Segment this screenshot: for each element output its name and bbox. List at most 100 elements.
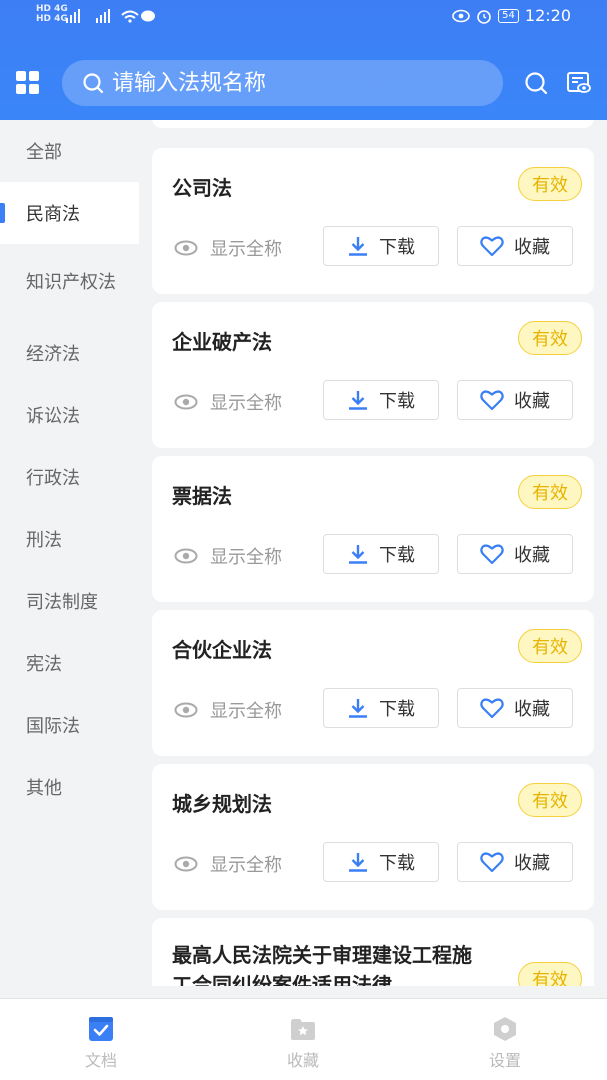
reading-mode-icon[interactable] — [566, 70, 592, 96]
favorite-label: 收藏 — [514, 853, 550, 874]
status-badge: 有效 — [518, 167, 582, 201]
show-full-name-label: 显示全称 — [210, 547, 282, 568]
hexagon-settings-icon — [494, 1017, 516, 1041]
law-list[interactable]: 公司法 有效 显示全称 下载 收藏 企业破产法 有效 显示全称 下载 收藏 票据法 有效 显示全称 下载收… — [139, 120, 607, 986]
sidebar-item-procedure-law[interactable]: 诉讼法 — [0, 384, 139, 446]
battery-indicator: 54 — [498, 8, 519, 23]
list-item[interactable]: 合伙企业法 有效显示全称 下载 收藏 — [152, 610, 594, 756]
download-button[interactable]: 下载 — [323, 226, 439, 266]
list-item[interactable]: 企业破产法 有效显示全称 下载 收藏 — [152, 302, 594, 448]
status-badge: 有效 — [518, 962, 582, 986]
law-title[interactable]: 城乡规划法 — [172, 788, 272, 817]
favorite-label: 收藏 — [514, 237, 550, 258]
search-icon — [83, 73, 104, 94]
network-indicator: HD 4G HD 4G — [36, 4, 68, 24]
sidebar-item-label: 国际法 — [26, 716, 80, 737]
show-full-name-toggle[interactable]: 显示全称 — [174, 697, 282, 723]
status-right: 54 12:20 — [452, 6, 571, 25]
download-label: 下载 — [379, 699, 415, 720]
show-full-name-label: 显示全称 — [210, 855, 282, 876]
sidebar-item-label: 全部 — [26, 142, 62, 163]
sidebar-item-judicial-system[interactable]: 司法制度 — [0, 570, 139, 632]
heart-icon — [480, 390, 504, 411]
law-title[interactable]: 最高人民法院关于审理建设工程施工合同纠纷案件适用法律 — [172, 940, 482, 986]
download-icon — [349, 545, 367, 564]
sidebar-item-all[interactable]: 全部 — [0, 120, 139, 182]
folder-star-icon — [291, 1019, 315, 1040]
favorite-button[interactable]: 收藏 — [457, 380, 573, 420]
list-item[interactable]: 最高人民法院关于审理建设工程施工合同纠纷案件适用法律 有效 — [152, 918, 594, 986]
sidebar-item-civil-commercial[interactable]: 民商法 — [0, 182, 139, 244]
list-item[interactable]: 公司法 有效显示全称 下载 收藏 — [152, 148, 594, 294]
list-item[interactable]: 票据法 有效显示全称 下载 收藏 — [152, 456, 594, 602]
sidebar-item-label: 司法制度 — [26, 592, 98, 613]
list-item[interactable]: 城乡规划法 有效显示全称 下载 收藏 — [152, 764, 594, 910]
sidebar-item-constitution[interactable]: 宪法 — [0, 632, 139, 694]
status-badge: 有效 — [518, 321, 582, 355]
show-full-name-toggle[interactable]: 显示全称 — [174, 543, 282, 569]
category-grid-icon[interactable] — [16, 71, 40, 95]
sidebar-item-label: 其他 — [26, 778, 62, 799]
law-title[interactable]: 合伙企业法 — [172, 634, 272, 663]
search-bar[interactable] — [62, 60, 503, 106]
search-input[interactable] — [112, 70, 482, 96]
search-button-icon[interactable] — [523, 70, 549, 96]
download-icon — [349, 699, 367, 718]
eye-icon — [174, 240, 198, 256]
show-full-name-toggle[interactable]: 显示全称 — [174, 389, 282, 415]
sidebar-item-other[interactable]: 其他 — [0, 756, 139, 818]
app-header: HD 4G HD 4G 54 12:20 请输入法规名称 — [0, 0, 607, 120]
clock: 12:20 — [524, 6, 571, 25]
network-label-2: HD 4G — [36, 14, 68, 24]
status-bar: HD 4G HD 4G 54 12:20 — [0, 0, 607, 36]
download-button[interactable]: 下载 — [323, 534, 439, 574]
download-label: 下载 — [379, 545, 415, 566]
sidebar-item-criminal-law[interactable]: 刑法 — [0, 508, 139, 570]
download-button[interactable]: 下载 — [323, 688, 439, 728]
sidebar-item-label: 民商法 — [26, 204, 80, 225]
show-full-name-toggle[interactable]: 显示全称 — [174, 851, 282, 877]
download-label: 下载 — [379, 391, 415, 412]
eye-icon — [174, 394, 198, 410]
show-full-name-label: 显示全称 — [210, 239, 282, 260]
signal-icon — [66, 8, 156, 28]
sidebar-item-label: 经济法 — [26, 344, 80, 365]
status-badge: 有效 — [518, 629, 582, 663]
sidebar-item-administrative-law[interactable]: 行政法 — [0, 446, 139, 508]
tab-documents[interactable]: 文档 — [41, 1015, 161, 1071]
tab-label: 设置 — [488, 1051, 521, 1070]
eye-status-icon — [452, 9, 470, 22]
list-item-partial — [152, 120, 594, 128]
tab-favorites[interactable]: 收藏 — [243, 1015, 363, 1071]
favorite-button[interactable]: 收藏 — [457, 688, 573, 728]
sidebar-item-international-law[interactable]: 国际法 — [0, 694, 139, 756]
tab-label: 文档 — [84, 1051, 117, 1070]
sidebar-item-label: 宪法 — [26, 654, 62, 675]
law-title[interactable]: 企业破产法 — [172, 326, 272, 355]
favorite-button[interactable]: 收藏 — [457, 534, 573, 574]
download-label: 下载 — [379, 237, 415, 258]
show-full-name-toggle[interactable]: 显示全称 — [174, 235, 282, 261]
favorite-label: 收藏 — [514, 699, 550, 720]
sidebar-item-ip-law[interactable]: 知识产权法 — [0, 244, 139, 322]
law-title[interactable]: 公司法 — [172, 172, 232, 201]
favorite-button[interactable]: 收藏 — [457, 842, 573, 882]
download-icon — [349, 853, 367, 872]
tab-settings[interactable]: 设置 — [445, 1015, 565, 1071]
law-title[interactable]: 票据法 — [172, 480, 232, 509]
download-label: 下载 — [379, 853, 415, 874]
heart-icon — [480, 236, 504, 257]
document-check-icon — [89, 1017, 113, 1041]
heart-icon — [480, 544, 504, 565]
sidebar-item-economic-law[interactable]: 经济法 — [0, 322, 139, 384]
download-icon — [349, 391, 367, 410]
favorite-button[interactable]: 收藏 — [457, 226, 573, 266]
tab-label: 收藏 — [286, 1051, 319, 1070]
download-icon — [349, 237, 367, 256]
bottom-nav: 文档 收藏 设置 — [0, 998, 607, 1080]
status-badge: 有效 — [518, 783, 582, 817]
status-badge: 有效 — [518, 475, 582, 509]
favorite-label: 收藏 — [514, 391, 550, 412]
download-button[interactable]: 下载 — [323, 380, 439, 420]
download-button[interactable]: 下载 — [323, 842, 439, 882]
